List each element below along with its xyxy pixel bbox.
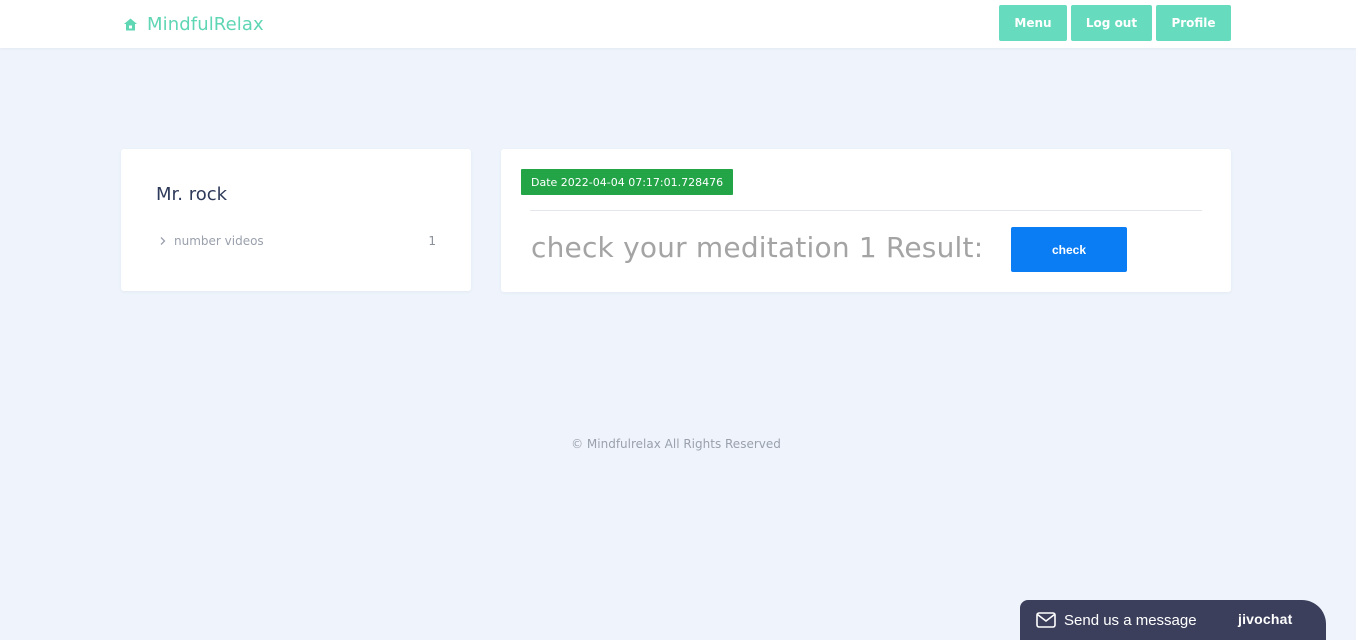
check-button[interactable]: check [1011,227,1127,272]
chat-label: Send us a message [1064,611,1197,629]
brand-link[interactable]: MindfulRelax [123,12,264,36]
stat-value: 1 [428,234,436,248]
menu-button[interactable]: Menu [999,5,1067,41]
divider [530,210,1202,211]
logout-button[interactable]: Log out [1071,5,1152,41]
top-navbar: MindfulRelax Menu Log out Profile [0,0,1356,48]
profile-button[interactable]: Profile [1156,5,1231,41]
stat-row-number-videos: number videos 1 [159,233,436,249]
profile-card: Mr. rock number videos 1 [121,149,471,291]
stat-label: number videos [174,234,264,248]
brand-name: MindfulRelax [147,13,264,35]
chevron-right-icon [159,236,167,246]
chat-widget[interactable]: Send us a message jivochat [1020,600,1326,640]
profile-name: Mr. rock [156,184,228,205]
chat-brand: jivochat [1238,611,1293,627]
footer-copyright: © Mindfulrelax All Rights Reserved [571,437,781,451]
envelope-icon [1036,612,1056,628]
date-badge: Date 2022-04-04 07:17:01.728476 [521,169,734,195]
result-heading: check your meditation 1 Result: [531,230,984,264]
home-icon [123,17,138,32]
result-card: Date 2022-04-04 07:17:01.728476 check yo… [501,149,1231,292]
